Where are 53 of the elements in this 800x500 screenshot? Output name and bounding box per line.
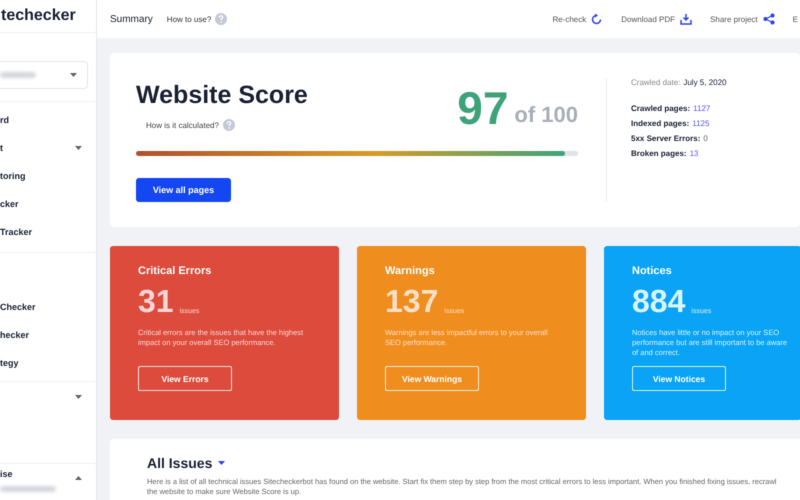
stat-link[interactable]: 13 <box>690 149 698 158</box>
caret-icon <box>75 146 82 150</box>
sidebar-item[interactable]: Checker <box>0 293 96 321</box>
issue-count: 884 <box>632 285 686 317</box>
toolbar-action[interactable]: E <box>792 14 798 24</box>
caret-icon <box>75 395 82 399</box>
page-title: Website Score <box>136 81 308 110</box>
logo-text: techecker <box>1 7 76 25</box>
crawled-date: July 5, 2020 <box>683 78 726 87</box>
card-title: Notices <box>632 265 673 277</box>
score-value: 97 <box>457 85 508 131</box>
user-name: ise <box>0 469 13 479</box>
toolbar-action[interactable]: Download PDF <box>621 13 692 25</box>
download-icon <box>680 13 692 25</box>
project-select[interactable] <box>0 61 88 89</box>
tab[interactable]: Summary <box>110 14 153 24</box>
caret-icon <box>75 476 82 480</box>
stat-value: 0 <box>703 134 708 143</box>
sidebar-item[interactable]: rd <box>0 106 96 134</box>
caret-icon <box>218 461 226 465</box>
caret-icon <box>70 73 77 77</box>
stat-label: Indexed pages: <box>631 119 690 128</box>
crawled-label: Crawled date: <box>631 78 680 87</box>
sidebar-item[interactable]: t <box>0 134 96 162</box>
tab[interactable]: How to use? <box>166 13 228 25</box>
user-menu[interactable]: ise <box>0 464 96 500</box>
help-icon <box>222 119 235 131</box>
stat-label: Broken pages: <box>631 149 687 158</box>
refresh-icon <box>591 13 604 25</box>
sidebar-item[interactable]: toring <box>0 162 96 190</box>
sidebar-item[interactable]: Tracker <box>0 218 96 246</box>
score-max: of 100 <box>514 102 578 128</box>
issue-count: 137 <box>385 285 438 317</box>
section-title: All Issues <box>147 455 212 471</box>
help-link[interactable]: How is it calculated? <box>146 119 308 131</box>
stat-label: Crawled pages: <box>631 104 690 113</box>
card-title: Warnings <box>385 265 436 277</box>
blurred-text <box>0 72 36 78</box>
view-all-pages-button[interactable]: View all pages <box>136 178 231 202</box>
stat-link[interactable]: 1127 <box>693 104 710 113</box>
toolbar-action[interactable]: Re-check <box>552 13 604 25</box>
sidebar-item[interactable]: hecker <box>0 321 96 349</box>
blurred-email <box>0 486 56 492</box>
view-issues-button[interactable]: View Errors <box>138 366 232 391</box>
sidebar-item[interactable]: cker <box>0 190 96 218</box>
stat-label: 5xx Server Errors: <box>631 134 700 143</box>
card-title: Critical Errors <box>138 265 212 277</box>
sidebar-item[interactable]: tegy <box>0 349 96 377</box>
toolbar-action[interactable]: Share project <box>710 13 775 25</box>
share-icon <box>762 13 775 25</box>
help-icon <box>215 13 228 25</box>
issue-count: 31 <box>138 285 174 317</box>
stat-link[interactable]: 1125 <box>692 119 710 128</box>
